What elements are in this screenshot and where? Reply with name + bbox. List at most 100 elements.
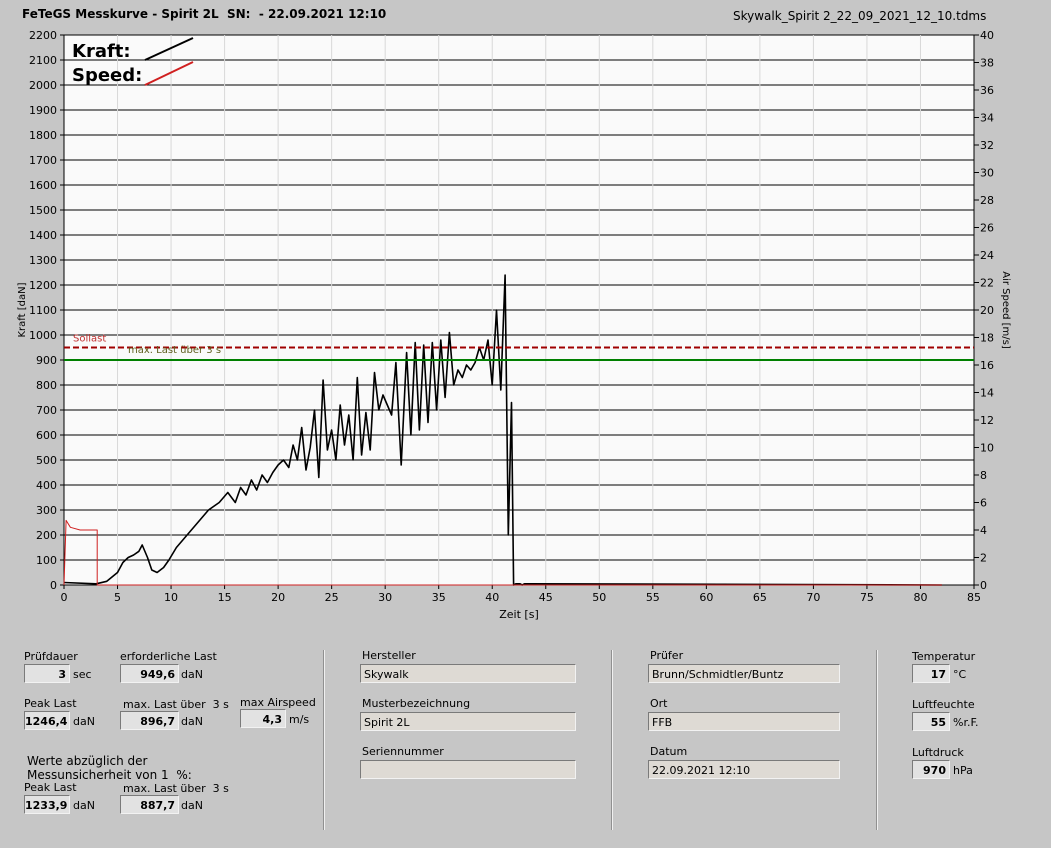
- y2-tick-label: 18: [980, 332, 994, 345]
- erforderliche-last-unit: daN: [181, 668, 203, 681]
- peak-last-unit: daN: [73, 715, 95, 728]
- y-axis-label: Kraft [daN]: [17, 282, 28, 337]
- y2-tick-label: 12: [980, 414, 994, 427]
- y2-axis-label: Air Speed [m/s]: [1000, 271, 1011, 349]
- temperatur-label: Temperatur: [912, 650, 976, 663]
- x-tick-label: 10: [164, 591, 178, 604]
- y-tick-label: 800: [36, 379, 57, 392]
- max-airspeed-field[interactable]: 4,3: [240, 709, 286, 728]
- y2-tick-label: 28: [980, 194, 994, 207]
- x-tick-label: 70: [806, 591, 820, 604]
- pruefer-field[interactable]: Brunn/Schmidtler/Buntz: [648, 664, 840, 683]
- erforderliche-last-field[interactable]: 949,6: [120, 664, 179, 683]
- y2-tick-label: 40: [980, 29, 994, 42]
- luftfeuchte-label: Luftfeuchte: [912, 698, 975, 711]
- y-tick-label: 2200: [29, 29, 57, 42]
- max-airspeed-unit: m/s: [289, 713, 310, 726]
- y-tick-label: 1100: [29, 304, 57, 317]
- y2-tick-label: 4: [980, 524, 987, 537]
- y2-tick-label: 6: [980, 497, 987, 510]
- y2-tick-label: 2: [980, 552, 987, 565]
- max-last-corr-label: max. Last über 3 s: [123, 782, 229, 795]
- pruefdauer-label: Prüfdauer: [24, 650, 78, 663]
- y2-tick-label: 10: [980, 442, 994, 455]
- max-last-unit: daN: [181, 715, 203, 728]
- y-tick-label: 1500: [29, 204, 57, 217]
- x-tick-label: 50: [592, 591, 606, 604]
- y-tick-label: 900: [36, 354, 57, 367]
- x-tick-label: 40: [485, 591, 499, 604]
- separator: [876, 650, 878, 830]
- y2-tick-label: 30: [980, 167, 994, 180]
- x-tick-label: 30: [378, 591, 392, 604]
- x-tick-label: 80: [913, 591, 927, 604]
- y-tick-label: 600: [36, 429, 57, 442]
- peak-last-corr-label: Peak Last: [24, 781, 77, 794]
- y2-tick-label: 14: [980, 387, 994, 400]
- seriennummer-field[interactable]: [360, 760, 576, 779]
- y-tick-label: 1700: [29, 154, 57, 167]
- y-tick-label: 1300: [29, 254, 57, 267]
- luftfeuchte-field[interactable]: 55: [912, 712, 950, 731]
- y2-tick-label: 22: [980, 277, 994, 290]
- temperatur-unit: °C: [953, 668, 967, 681]
- luftdruck-field[interactable]: 970: [912, 760, 950, 779]
- chart: 0100200300400500600700800900100011001200…: [17, 29, 1011, 621]
- x-tick-label: 65: [753, 591, 767, 604]
- x-tick-label: 35: [432, 591, 446, 604]
- musterbezeichnung-label: Musterbezeichnung: [362, 697, 471, 710]
- ort-field[interactable]: FFB: [648, 712, 840, 731]
- luftdruck-label: Luftdruck: [912, 746, 964, 759]
- sollast-label: Sollast: [73, 334, 106, 345]
- pruefer-label: Prüfer: [650, 649, 684, 662]
- musterbezeichnung-field[interactable]: Spirit 2L: [360, 712, 576, 731]
- y2-tick-label: 26: [980, 222, 994, 235]
- pruefdauer-unit: sec: [73, 668, 92, 681]
- note-line1: Werte abzüglich der: [27, 754, 148, 768]
- peak-last-label: Peak Last: [24, 697, 77, 710]
- maxlast-label: max. Last über 3 s: [128, 345, 221, 356]
- y-tick-label: 1800: [29, 129, 57, 142]
- x-tick-label: 0: [61, 591, 68, 604]
- max-last-corr-field[interactable]: 887,7: [120, 795, 179, 814]
- y2-tick-label: 0: [980, 579, 987, 592]
- y-tick-label: 1400: [29, 229, 57, 242]
- separator: [323, 650, 325, 830]
- x-tick-label: 20: [271, 591, 285, 604]
- y-tick-label: 700: [36, 404, 57, 417]
- max-last-corr-unit: daN: [181, 799, 203, 812]
- y-tick-label: 1000: [29, 329, 57, 342]
- erforderliche-last-label: erforderliche Last: [120, 650, 217, 663]
- hersteller-field[interactable]: Skywalk: [360, 664, 576, 683]
- luftfeuchte-unit: %r.F.: [953, 716, 979, 729]
- hersteller-label: Hersteller: [362, 649, 416, 662]
- y-tick-label: 1900: [29, 104, 57, 117]
- ort-label: Ort: [650, 697, 668, 710]
- y-tick-label: 500: [36, 454, 57, 467]
- x-tick-label: 25: [325, 591, 339, 604]
- y2-tick-label: 20: [980, 304, 994, 317]
- x-tick-label: 45: [539, 591, 553, 604]
- peak-last-field[interactable]: 1246,4: [24, 711, 70, 730]
- y2-tick-label: 24: [980, 249, 994, 262]
- separator: [611, 650, 613, 830]
- x-axis-label: Zeit [s]: [499, 608, 538, 621]
- pruefdauer-field[interactable]: 3: [24, 664, 70, 683]
- x-tick-label: 60: [699, 591, 713, 604]
- seriennummer-label: Seriennummer: [362, 745, 444, 758]
- note-line2: Messunsicherheit von 1 %:: [27, 768, 192, 782]
- max-airspeed-label: max Airspeed: [240, 696, 316, 709]
- x-tick-label: 75: [860, 591, 874, 604]
- y-tick-label: 2000: [29, 79, 57, 92]
- max-last-field[interactable]: 896,7: [120, 711, 179, 730]
- y-tick-label: 0: [50, 579, 57, 592]
- y2-tick-label: 8: [980, 469, 987, 482]
- luftdruck-unit: hPa: [953, 764, 973, 777]
- peak-last-corr-field[interactable]: 1233,9: [24, 795, 70, 814]
- y2-tick-label: 16: [980, 359, 994, 372]
- datum-field[interactable]: 22.09.2021 12:10: [648, 760, 840, 779]
- y2-tick-label: 32: [980, 139, 994, 152]
- temperatur-field[interactable]: 17: [912, 664, 950, 683]
- y-tick-label: 1200: [29, 279, 57, 292]
- peak-last-corr-unit: daN: [73, 799, 95, 812]
